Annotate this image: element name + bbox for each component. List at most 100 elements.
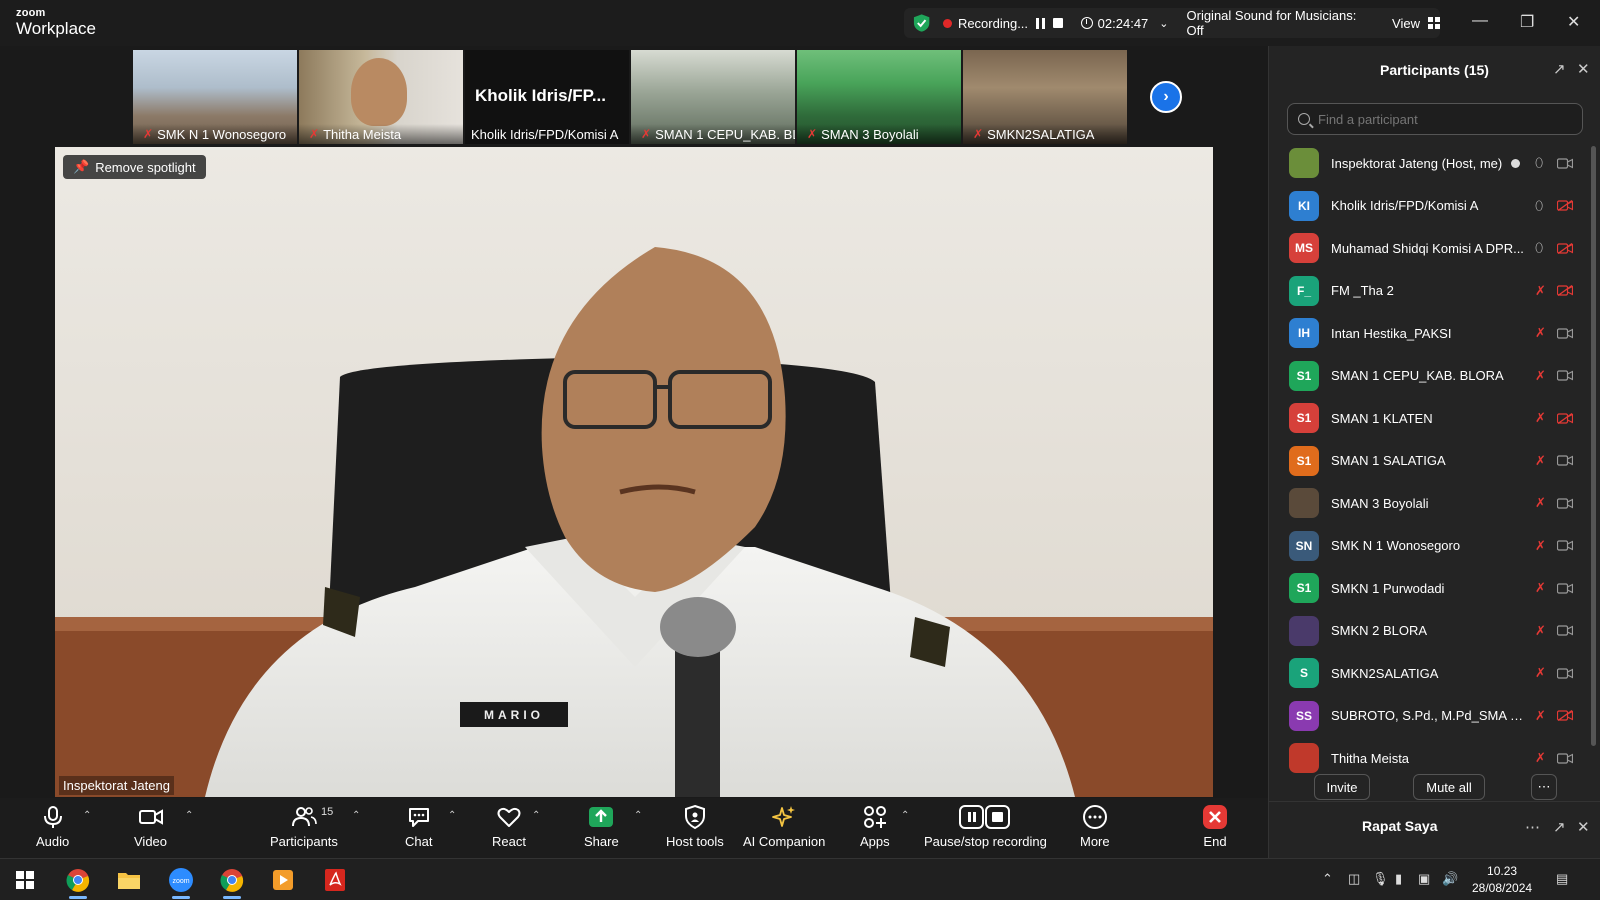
camera-on-icon[interactable] bbox=[1557, 668, 1573, 679]
mic-on-icon[interactable]: ⬯ bbox=[1535, 240, 1543, 256]
chrome-icon[interactable] bbox=[61, 865, 95, 899]
host-tools-button[interactable]: Host tools bbox=[666, 804, 724, 849]
network-icon[interactable]: ▣ bbox=[1418, 871, 1430, 887]
video-thumbnail[interactable]: ✗ SMK N 1 Wonosegoro bbox=[133, 50, 297, 144]
audio-button[interactable]: Audio bbox=[36, 804, 69, 849]
participant-row[interactable]: S1 SMAN 1 SALATIGA ✗ bbox=[1269, 440, 1589, 483]
clock-date[interactable]: 10.23 28/08/2024 bbox=[1472, 863, 1532, 897]
more-button[interactable]: More bbox=[1080, 804, 1110, 849]
camera-on-icon[interactable] bbox=[1557, 498, 1573, 509]
participant-row[interactable]: S1 SMAN 1 KLATEN ✗ bbox=[1269, 397, 1589, 440]
camera-on-icon[interactable] bbox=[1557, 583, 1573, 594]
participant-row[interactable]: KI Kholik Idris/FPD/Komisi A ⬯ bbox=[1269, 185, 1589, 228]
remove-spotlight-button[interactable]: 📌 Remove spotlight bbox=[63, 155, 206, 179]
mic-off-icon[interactable]: ✗ bbox=[1535, 283, 1546, 299]
share-button[interactable]: Share bbox=[584, 804, 619, 849]
tray-chevron-up-icon[interactable]: ⌃ bbox=[1322, 871, 1333, 887]
camera-on-icon[interactable] bbox=[1557, 455, 1573, 466]
zoom-app-icon[interactable]: zoom bbox=[164, 865, 198, 899]
participants-options-chevron-icon[interactable]: ⌃ bbox=[352, 810, 360, 821]
stop-recording-icon[interactable] bbox=[1053, 18, 1063, 28]
mic-on-icon[interactable]: ⬯ bbox=[1535, 198, 1543, 214]
mic-off-icon[interactable]: ✗ bbox=[1535, 665, 1546, 681]
view-button[interactable]: View bbox=[1392, 16, 1440, 31]
camera-off-icon[interactable] bbox=[1557, 242, 1573, 254]
participant-search[interactable] bbox=[1287, 103, 1583, 135]
pause-recording-icon[interactable] bbox=[1036, 17, 1046, 29]
tray-microphone-icon[interactable]: 🎙 bbox=[1372, 871, 1389, 887]
chrome-icon-2[interactable] bbox=[215, 865, 249, 899]
more-options-icon[interactable]: ⋯ bbox=[1531, 774, 1557, 800]
pop-out-icon[interactable]: ↗ bbox=[1553, 60, 1566, 78]
shield-icon[interactable] bbox=[912, 13, 931, 33]
video-thumbnail[interactable]: Kholik Idris/FP... Kholik Idris/FPD/Komi… bbox=[465, 50, 629, 144]
mic-on-icon[interactable]: ⬯ bbox=[1535, 155, 1543, 171]
mic-off-icon[interactable]: ✗ bbox=[1535, 495, 1546, 511]
camera-on-icon[interactable] bbox=[1557, 328, 1573, 339]
windows-start-icon[interactable] bbox=[8, 865, 42, 895]
ai-companion-button[interactable]: AI Companion bbox=[743, 804, 825, 849]
media-player-icon[interactable] bbox=[266, 865, 300, 895]
notifications-icon[interactable]: ▤ bbox=[1556, 871, 1568, 887]
participant-row[interactable]: SMAN 3 Boyolali ✗ bbox=[1269, 482, 1589, 525]
minimize-icon[interactable]: — bbox=[1472, 12, 1488, 30]
next-page-icon[interactable]: › bbox=[1150, 81, 1182, 113]
camera-off-icon[interactable] bbox=[1557, 412, 1573, 424]
close-panel-icon[interactable]: ✕ bbox=[1577, 60, 1590, 78]
participant-row[interactable]: SN SMK N 1 Wonosegoro ✗ bbox=[1269, 525, 1589, 568]
participant-row[interactable]: SS SUBROTO, S.Pd., M.Pd_SMA 1 SA... ✗ bbox=[1269, 695, 1589, 738]
mic-off-icon[interactable]: ✗ bbox=[1535, 750, 1546, 766]
mic-off-icon[interactable]: ✗ bbox=[1535, 580, 1546, 596]
original-sound-label[interactable]: Original Sound for Musicians: Off bbox=[1187, 8, 1371, 38]
participant-row[interactable]: Inspektorat Jateng (Host, me) ⬯ bbox=[1269, 142, 1589, 185]
chat-options-chevron-icon[interactable]: ⌃ bbox=[448, 810, 456, 821]
mic-off-icon[interactable]: ✗ bbox=[1535, 325, 1546, 341]
file-explorer-icon[interactable] bbox=[112, 865, 146, 895]
camera-on-icon[interactable] bbox=[1557, 370, 1573, 381]
react-options-chevron-icon[interactable]: ⌃ bbox=[532, 810, 540, 821]
video-button[interactable]: Video bbox=[134, 804, 167, 849]
apps-options-chevron-icon[interactable]: ⌃ bbox=[901, 810, 909, 821]
video-thumbnail[interactable]: ✗ SMKN2SALATIGA bbox=[963, 50, 1127, 144]
participant-row[interactable]: S SMKN2SALATIGA ✗ bbox=[1269, 652, 1589, 695]
pdf-reader-icon[interactable] bbox=[318, 865, 352, 895]
chevron-down-icon[interactable]: ⌄ bbox=[1159, 17, 1168, 30]
spotlight-video[interactable]: MARIO 📌 Remove spotlight Inspektorat Jat… bbox=[55, 147, 1213, 797]
mic-off-icon[interactable]: ✗ bbox=[1535, 410, 1546, 426]
video-thumbnail[interactable]: ✗ SMAN 3 Boyolali bbox=[797, 50, 961, 144]
react-button[interactable]: React bbox=[492, 804, 526, 849]
apps-button[interactable]: Apps bbox=[860, 804, 890, 849]
video-thumbnail[interactable]: ✗ Thitha Meista bbox=[299, 50, 463, 144]
mute-all-button[interactable]: Mute all bbox=[1413, 774, 1485, 800]
chat-button[interactable]: Chat bbox=[405, 804, 432, 849]
invite-button[interactable]: Invite bbox=[1314, 774, 1370, 800]
participant-row[interactable]: F_ FM _Tha 2 ✗ bbox=[1269, 270, 1589, 313]
camera-on-icon[interactable] bbox=[1557, 753, 1573, 764]
restore-icon[interactable]: ❐ bbox=[1520, 12, 1534, 32]
participant-row[interactable]: IH Intan Hestika_PAKSI ✗ bbox=[1269, 312, 1589, 355]
participant-row[interactable]: S1 SMAN 1 CEPU_KAB. BLORA ✗ bbox=[1269, 355, 1589, 398]
participant-list-scrollbar[interactable] bbox=[1591, 146, 1596, 746]
pause-stop-recording-button[interactable]: Pause/stop recording bbox=[924, 804, 1047, 849]
mic-off-icon[interactable]: ✗ bbox=[1535, 368, 1546, 384]
participant-search-input[interactable] bbox=[1318, 111, 1558, 127]
camera-off-icon[interactable] bbox=[1557, 200, 1573, 212]
chat-pop-out-icon[interactable]: ↗ bbox=[1553, 818, 1566, 836]
meeting-timer[interactable]: 02:24:47 ⌄ bbox=[1080, 16, 1169, 31]
mic-off-icon[interactable]: ✗ bbox=[1535, 453, 1546, 469]
close-window-icon[interactable]: ✕ bbox=[1567, 12, 1580, 32]
camera-off-icon[interactable] bbox=[1557, 285, 1573, 297]
camera-on-icon[interactable] bbox=[1557, 540, 1573, 551]
battery-icon[interactable]: ▮ bbox=[1395, 871, 1402, 887]
camera-on-icon[interactable] bbox=[1557, 625, 1573, 636]
volume-icon[interactable]: 🔊 bbox=[1442, 871, 1458, 887]
video-options-chevron-icon[interactable]: ⌃ bbox=[185, 810, 193, 821]
mic-off-icon[interactable]: ✗ bbox=[1535, 623, 1546, 639]
mic-off-icon[interactable]: ✗ bbox=[1535, 538, 1546, 554]
participant-row[interactable]: MS Muhamad Shidqi Komisi A DPR... ⬯ bbox=[1269, 227, 1589, 270]
mic-off-icon[interactable]: ✗ bbox=[1535, 708, 1546, 724]
end-meeting-button[interactable]: End bbox=[1202, 804, 1228, 849]
chat-more-icon[interactable]: ⋯ bbox=[1525, 818, 1540, 836]
camera-off-icon[interactable] bbox=[1557, 710, 1573, 722]
chat-close-icon[interactable]: ✕ bbox=[1577, 818, 1590, 836]
